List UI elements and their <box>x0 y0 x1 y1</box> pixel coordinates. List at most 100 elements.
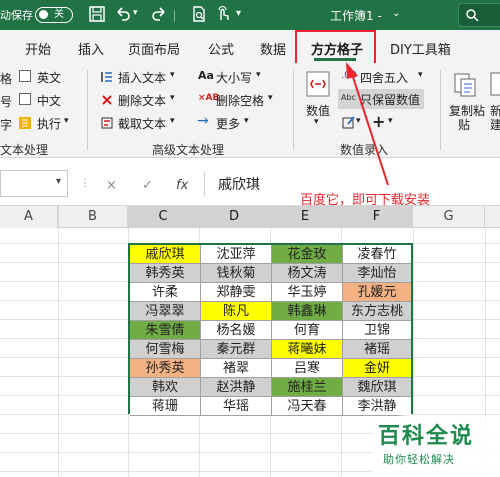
highlight-box <box>295 30 376 66</box>
table-cell[interactable]: 钱秋菊 <box>201 264 272 283</box>
table-cell[interactable]: 褚瑶 <box>343 340 411 359</box>
table-cell[interactable]: 卫锦 <box>343 321 411 340</box>
table-cell[interactable]: 华瑶 <box>201 397 272 416</box>
table-cell[interactable]: 孙秀英 <box>130 359 201 378</box>
table-cell[interactable]: 凌春竹 <box>343 245 411 264</box>
insert-function-icon[interactable]: fx <box>176 178 188 193</box>
remove-space-button[interactable]: 删除空格 <box>216 92 264 109</box>
column-header-a[interactable]: A <box>0 206 58 228</box>
table-cell[interactable]: 赵洪静 <box>201 378 272 397</box>
tab-insert[interactable]: 插入 <box>78 39 104 58</box>
extract-text-dropdown-icon[interactable]: ▾ <box>170 116 175 126</box>
keep-value-button[interactable]: Abc 只保留数值 <box>338 89 424 109</box>
case-dropdown-icon[interactable]: ▾ <box>256 70 261 80</box>
toggle-knob <box>39 10 48 19</box>
table-cell[interactable]: 韩秀英 <box>130 264 201 283</box>
column-header-b[interactable]: B <box>58 206 128 228</box>
english-checkbox[interactable] <box>19 70 31 82</box>
ribbon-separator <box>87 70 88 150</box>
new-button-line2: 建 <box>490 118 500 132</box>
tab-page-layout[interactable]: 页面布局 <box>128 39 180 58</box>
confirm-icon[interactable]: ✓ <box>142 178 153 193</box>
table-cell[interactable]: 许柔 <box>130 283 201 302</box>
table-cell[interactable]: 郑静雯 <box>201 283 272 302</box>
title-chevron-down-icon[interactable]: ⌄ <box>392 8 400 19</box>
name-box-dropdown-icon[interactable]: ▾ <box>56 176 61 187</box>
insert-text-dropdown-icon[interactable]: ▾ <box>170 70 175 80</box>
tab-diy-toolbox[interactable]: DIY工具箱 <box>390 39 451 58</box>
numeric-dropdown-icon[interactable]: ▾ <box>314 117 319 127</box>
delete-text-button[interactable]: 删除文本 <box>118 92 166 109</box>
table-cell[interactable]: 花金玫 <box>272 245 343 264</box>
tab-formulas[interactable]: 公式 <box>208 39 234 58</box>
edit-dropdown-icon[interactable]: ▾ <box>356 116 361 126</box>
save-icon[interactable] <box>88 5 106 23</box>
autosave-toggle[interactable]: 关 <box>35 7 73 23</box>
title-divider <box>174 10 175 22</box>
table-cell[interactable]: 何育 <box>272 321 343 340</box>
table-cell[interactable]: 褚翠 <box>201 359 272 378</box>
round-dropdown-icon[interactable]: ▾ <box>418 70 423 80</box>
chinese-checkbox[interactable] <box>19 93 31 105</box>
table-cell[interactable]: 东方志桃 <box>343 302 411 321</box>
table-cell[interactable]: 韩鑫琳 <box>272 302 343 321</box>
table-cell[interactable]: 朱雪倩 <box>130 321 201 340</box>
case-button[interactable]: 大小写 <box>216 69 252 86</box>
table-cell[interactable]: 孔媛元 <box>343 283 411 302</box>
print-preview-icon[interactable] <box>190 5 208 23</box>
table-cell[interactable]: 陈凡 <box>201 302 272 321</box>
remove-space-dropdown-icon[interactable]: ▾ <box>268 93 273 103</box>
table-cell[interactable]: 华玉婷 <box>272 283 343 302</box>
insert-text-button[interactable]: 插入文本 <box>118 69 166 86</box>
search-box[interactable] <box>458 3 500 27</box>
column-header-f[interactable]: F <box>341 206 413 228</box>
table-cell[interactable]: 戚欣琪 <box>130 245 201 264</box>
column-header-g[interactable]: G <box>413 206 485 228</box>
table-cell[interactable]: 杨文涛 <box>272 264 343 283</box>
tab-data[interactable]: 数据 <box>260 39 286 58</box>
cancel-icon[interactable]: × <box>106 178 117 193</box>
table-cell[interactable]: 施桂兰 <box>272 378 343 397</box>
table-cell[interactable]: 吕寒 <box>272 359 343 378</box>
tab-home[interactable]: 开始 <box>25 39 51 58</box>
edit-icon[interactable] <box>342 115 356 129</box>
ribbon-left-item-1[interactable]: 格 <box>0 70 12 87</box>
delete-text-dropdown-icon[interactable]: ▾ <box>170 93 175 103</box>
column-header-c[interactable]: C <box>128 206 199 228</box>
data-table: 戚欣琪 沈亚萍 花金玫 凌春竹韩秀英 钱秋菊 杨文涛 李灿怡许柔 郑静雯 华玉婷 孔媛元冯翠翠 陈凡… <box>128 243 413 416</box>
round-button[interactable]: 四舍五入 <box>360 69 408 86</box>
table-cell[interactable]: 李洪静 <box>343 397 411 416</box>
table-cell[interactable]: 李灿怡 <box>343 264 411 283</box>
plus-dropdown-icon[interactable]: ▾ <box>388 116 393 126</box>
execute-dropdown-icon[interactable]: ▾ <box>64 116 69 126</box>
table-cell[interactable]: 韩欢 <box>130 378 201 397</box>
undo-dropdown-icon[interactable]: ▾ <box>133 8 138 18</box>
table-cell[interactable]: 何雪梅 <box>130 340 201 359</box>
name-box[interactable]: ▾ <box>0 170 68 197</box>
column-header-e[interactable]: E <box>270 206 341 228</box>
ribbon-left-item-3[interactable]: 字 <box>0 116 12 133</box>
more-dropdown-icon[interactable]: ▾ <box>244 116 249 126</box>
ribbon-left-item-2[interactable]: 号 <box>0 93 12 110</box>
table-cell[interactable]: 魏欣琪 <box>343 378 411 397</box>
extract-text-button[interactable]: 截取文本 <box>118 115 166 132</box>
table-cell[interactable]: 蒋珊 <box>130 397 201 416</box>
table-cell[interactable]: 秦元群 <box>201 340 272 359</box>
table-cell[interactable]: 金妍 <box>343 359 411 378</box>
workbook-title: 工作簿1 - <box>330 9 382 23</box>
table-cell[interactable]: 沈亚萍 <box>201 245 272 264</box>
customize-qat-icon[interactable]: ▾ <box>236 8 241 19</box>
column-header-d[interactable]: D <box>199 206 270 228</box>
table-cell[interactable]: 蒋曦妹 <box>272 340 343 359</box>
plus-icon[interactable]: + <box>372 112 385 131</box>
table-cell[interactable]: 冯天春 <box>272 397 343 416</box>
insert-text-icon <box>101 72 112 82</box>
table-cell[interactable]: 杨名媛 <box>201 321 272 340</box>
execute-button[interactable]: 执行 <box>37 115 61 132</box>
formula-bar-grip-icon[interactable]: ⋮ <box>80 178 91 189</box>
undo-icon[interactable] <box>114 5 132 23</box>
redo-icon[interactable] <box>150 5 168 23</box>
more-button[interactable]: 更多 <box>216 115 240 132</box>
touch-mode-icon[interactable] <box>214 5 232 23</box>
table-cell[interactable]: 冯翠翠 <box>130 302 201 321</box>
